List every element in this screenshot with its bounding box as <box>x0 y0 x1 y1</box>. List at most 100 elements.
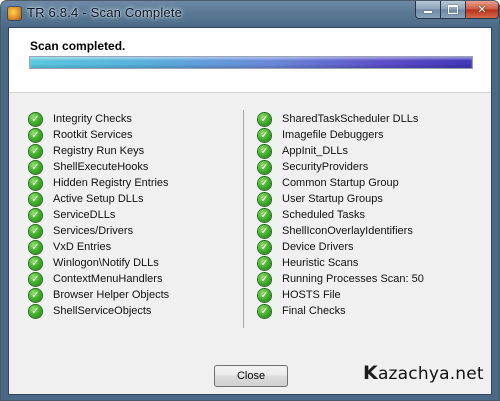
watermark: Kazachya.net <box>363 362 484 384</box>
check-item: ✓ VxD Entries <box>29 239 169 255</box>
check-item-label: Scheduled Tasks <box>282 209 365 221</box>
check-item: ✓ Rootkit Services <box>29 127 169 143</box>
scan-progress-bar <box>29 56 473 69</box>
check-item: ✓ ContextMenuHandlers <box>29 271 169 287</box>
status-header: Scan completed. <box>9 28 491 92</box>
check-item-label: HOSTS File <box>282 289 341 301</box>
window-title-sep: - <box>78 5 91 20</box>
check-item: ✓ ServiceDLLs <box>29 207 169 223</box>
check-item-label: SecurityProviders <box>282 161 369 173</box>
check-item-label: ShellServiceObjects <box>53 305 152 317</box>
check-circle-icon: ✓ <box>29 160 42 174</box>
check-circle-icon: ✓ <box>258 304 271 318</box>
check-circle-icon: ✓ <box>258 128 271 142</box>
check-circle-icon: ✓ <box>258 176 271 190</box>
minimize-icon <box>424 11 432 13</box>
column-divider <box>243 110 244 328</box>
check-item: ✓ Heuristic Scans <box>258 255 424 271</box>
check-circle-icon: ✓ <box>29 304 42 318</box>
check-item-label: User Startup Groups <box>282 193 383 205</box>
check-item-label: Winlogon\Notify DLLs <box>53 257 159 269</box>
checks-list-left: ✓ Integrity Checks ✓ Rootkit Services ✓ Regis… <box>29 111 169 319</box>
check-item-label: Integrity Checks <box>53 113 132 125</box>
check-circle-icon: ✓ <box>29 272 42 286</box>
check-item-label: Browser Helper Objects <box>53 289 170 301</box>
checks-list-right: ✓ SharedTaskScheduler DLLs ✓ Imagefile Debu… <box>258 111 424 319</box>
check-item: ✓ HOSTS File <box>258 287 424 303</box>
check-circle-icon: ✓ <box>258 224 271 238</box>
check-item: ✓ Active Setup DLLs <box>29 191 169 207</box>
check-circle-icon: ✓ <box>29 224 42 238</box>
check-item: ✓ Final Checks <box>258 303 424 319</box>
check-item-label: Services/Drivers <box>53 225 134 237</box>
window-close-button[interactable]: ✕ <box>466 1 499 19</box>
check-circle-icon: ✓ <box>258 272 271 286</box>
check-item: ✓ Winlogon\Notify DLLs <box>29 255 169 271</box>
check-circle-icon: ✓ <box>29 208 42 222</box>
check-item-label: Imagefile Debuggers <box>282 129 384 141</box>
watermark-text: azachya.net <box>377 364 484 384</box>
check-item-label: Registry Run Keys <box>53 145 145 157</box>
check-circle-icon: ✓ <box>29 128 42 142</box>
check-circle-icon: ✓ <box>258 208 271 222</box>
watermark-k: K <box>363 362 378 384</box>
progress-fill <box>30 57 472 68</box>
app-icon[interactable] <box>8 7 21 20</box>
check-circle-icon: ✓ <box>258 256 271 270</box>
check-item-label: Hidden Registry Entries <box>53 177 169 189</box>
scan-status-heading: Scan completed. <box>30 39 126 53</box>
check-item-label: ContextMenuHandlers <box>53 273 163 285</box>
check-item: ✓ ShellServiceObjects <box>29 303 169 319</box>
close-button[interactable]: Close <box>214 365 288 387</box>
close-icon: ✕ <box>477 3 487 16</box>
check-item: ✓ Imagefile Debuggers <box>258 127 424 143</box>
check-item-label: Device Drivers <box>282 241 354 253</box>
minimize-button[interactable] <box>415 1 441 19</box>
check-circle-icon: ✓ <box>258 144 271 158</box>
check-circle-icon: ✓ <box>29 176 42 190</box>
check-item: ✓ Hidden Registry Entries <box>29 175 169 191</box>
check-circle-icon: ✓ <box>29 288 42 302</box>
window-title: TR 6.8.4 - Scan Complete <box>27 5 182 20</box>
maximize-button[interactable] <box>441 1 466 19</box>
check-circle-icon: ✓ <box>258 192 271 206</box>
check-item-label: SharedTaskScheduler DLLs <box>282 113 419 125</box>
title-bar[interactable]: TR 6.8.4 - Scan Complete ✕ <box>1 1 499 27</box>
check-item-label: Final Checks <box>282 305 346 317</box>
window-title-state: Scan Complete <box>90 5 183 20</box>
check-item-label: Heuristic Scans <box>282 257 359 269</box>
check-circle-icon: ✓ <box>29 192 42 206</box>
check-circle-icon: ✓ <box>29 240 42 254</box>
check-item: ✓ SecurityProviders <box>258 159 424 175</box>
check-circle-icon: ✓ <box>258 160 271 174</box>
check-item: ✓ Scheduled Tasks <box>258 207 424 223</box>
check-item-label: ServiceDLLs <box>53 209 116 221</box>
app-window: TR 6.8.4 - Scan Complete ✕ Scan complete… <box>0 0 500 401</box>
check-item-label: ShellExecuteHooks <box>53 161 149 173</box>
check-circle-icon: ✓ <box>29 256 42 270</box>
check-circle-icon: ✓ <box>258 288 271 302</box>
check-item-label: VxD Entries <box>53 241 112 253</box>
check-item-label: Rootkit Services <box>53 129 133 141</box>
check-item: ✓ AppInit_DLLs <box>258 143 424 159</box>
check-item: ✓ Services/Drivers <box>29 223 169 239</box>
check-item-label: Common Startup Group <box>282 177 399 189</box>
client-area: Scan completed. ✓ Integrity Checks ✓ Rootki… <box>8 27 492 395</box>
check-item: ✓ SharedTaskScheduler DLLs <box>258 111 424 127</box>
maximize-icon <box>448 5 458 14</box>
check-item-label: Running Processes Scan: 50 <box>282 273 424 285</box>
check-item: ✓ Browser Helper Objects <box>29 287 169 303</box>
check-item: ✓ Integrity Checks <box>29 111 169 127</box>
check-item: ✓ Registry Run Keys <box>29 143 169 159</box>
check-item-label: AppInit_DLLs <box>282 145 349 157</box>
check-item: ✓ Device Drivers <box>258 239 424 255</box>
check-item: ✓ User Startup Groups <box>258 191 424 207</box>
check-circle-icon: ✓ <box>258 112 271 126</box>
check-item: ✓ ShellIconOverlayIdentifiers <box>258 223 424 239</box>
header-divider <box>9 92 491 93</box>
check-item: ✓ Running Processes Scan: 50 <box>258 271 424 287</box>
check-circle-icon: ✓ <box>29 112 42 126</box>
check-item-label: Active Setup DLLs <box>53 193 144 205</box>
check-item: ✓ Common Startup Group <box>258 175 424 191</box>
window-title-app: TR 6.8.4 <box>27 5 79 20</box>
